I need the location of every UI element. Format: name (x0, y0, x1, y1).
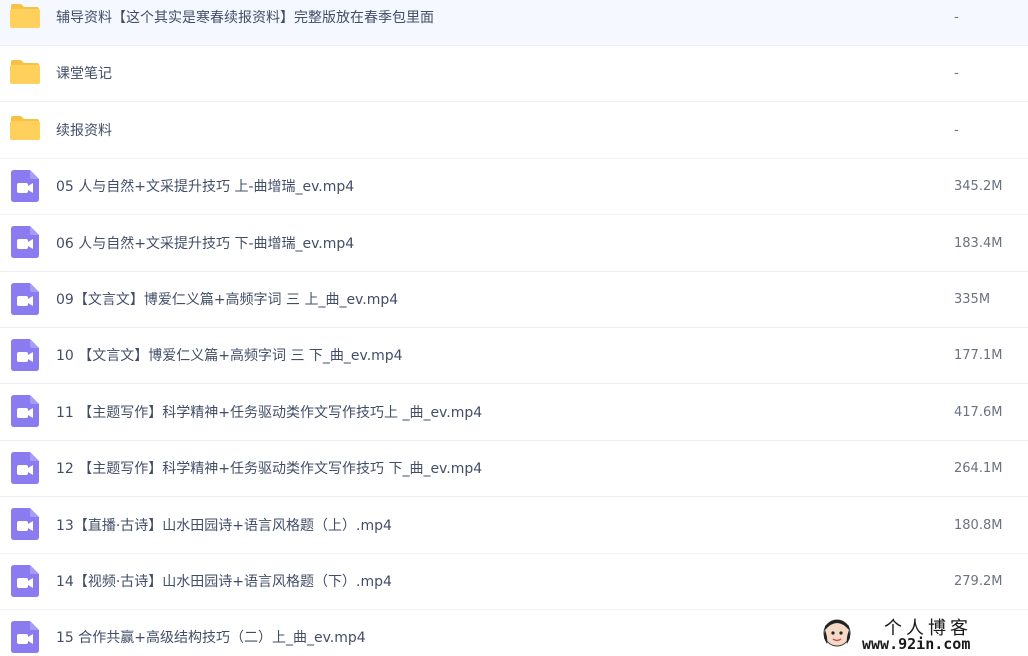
file-name[interactable]: 13【直播·古诗】山水田园诗+语言风格题（上）.mp4 (56, 498, 392, 554)
file-list: 辅导资料【这个其实是寒春续报资料】完整版放在春季包里面 - 课堂笔记 - 续报资料 - 05… (0, 0, 1028, 656)
watermark-url: www.92in.com (862, 635, 971, 653)
file-row[interactable]: 13【直播·古诗】山水田园诗+语言风格题（上）.mp4 180.8M (0, 498, 1028, 554)
watermark: 个人博客 www.92in.com (822, 614, 1022, 654)
file-row[interactable]: 06 人与自然+文采提升技巧 下-曲增瑞_ev.mp4 183.4M (0, 216, 1028, 272)
file-size: 417.6M (954, 404, 1003, 420)
file-size: 264.1M (954, 461, 1003, 477)
file-name[interactable]: 14【视频·古诗】山水田园诗+语言风格题（下）.mp4 (56, 554, 392, 610)
file-name[interactable]: 续报资料 (56, 103, 112, 159)
file-size: - (954, 122, 959, 138)
file-size: 335M (954, 292, 991, 307)
video-file-icon (11, 620, 39, 653)
file-name[interactable]: 06 人与自然+文采提升技巧 下-曲增瑞_ev.mp4 (56, 216, 354, 272)
file-name[interactable]: 15 合作共赢+高级结构技巧（二）上_曲_ev.mp4 (56, 610, 366, 656)
file-row[interactable]: 09【文言文】博爱仁义篇+高频字词 三 上_曲_ev.mp4 335M (0, 272, 1028, 328)
video-file-icon (11, 564, 39, 597)
file-size: 183.4M (954, 235, 1003, 251)
file-size: 177.1M (954, 348, 1003, 364)
folder-row[interactable]: 辅导资料【这个其实是寒春续报资料】完整版放在春季包里面 - (0, 0, 1028, 46)
video-file-icon (11, 451, 39, 484)
blog-avatar-icon (823, 619, 851, 647)
video-file-icon (11, 226, 39, 259)
file-size: 345.2M (954, 179, 1003, 195)
file-name[interactable]: 10 【文言文】博爱仁义篇+高频字词 三 下_曲_ev.mp4 (56, 328, 403, 384)
folder-icon (10, 116, 40, 141)
folder-icon (10, 59, 40, 84)
file-row[interactable]: 05 人与自然+文采提升技巧 上-曲增瑞_ev.mp4 345.2M (0, 159, 1028, 216)
video-file-icon (11, 282, 39, 315)
file-name[interactable]: 课堂笔记 (56, 46, 112, 102)
file-name[interactable]: 05 人与自然+文采提升技巧 上-曲增瑞_ev.mp4 (56, 159, 354, 215)
folder-icon (10, 3, 40, 28)
file-row[interactable]: 14【视频·古诗】山水田园诗+语言风格题（下）.mp4 279.2M (0, 554, 1028, 610)
file-size: 279.2M (954, 574, 1003, 589)
file-row[interactable]: 10 【文言文】博爱仁义篇+高频字词 三 下_曲_ev.mp4 177.1M (0, 328, 1028, 385)
file-row[interactable]: 11 【主题写作】科学精神+任务驱动类作文写作技巧上 _曲_ev.mp4 417.… (0, 385, 1028, 441)
folder-row[interactable]: 课堂笔记 - (0, 46, 1028, 103)
file-name[interactable]: 09【文言文】博爱仁义篇+高频字词 三 上_曲_ev.mp4 (56, 272, 398, 328)
file-name[interactable]: 12 【主题写作】科学精神+任务驱动类作文写作技巧 下_曲_ev.mp4 (56, 441, 482, 497)
file-row[interactable]: 12 【主题写作】科学精神+任务驱动类作文写作技巧 下_曲_ev.mp4 264.… (0, 441, 1028, 498)
file-size: - (954, 10, 959, 25)
file-size: - (954, 66, 959, 82)
file-size: 180.8M (954, 517, 1003, 533)
file-name[interactable]: 辅导资料【这个其实是寒春续报资料】完整版放在春季包里面 (56, 0, 434, 46)
folder-row[interactable]: 续报资料 - (0, 103, 1028, 159)
file-name[interactable]: 11 【主题写作】科学精神+任务驱动类作文写作技巧上 _曲_ev.mp4 (56, 385, 482, 441)
video-file-icon (11, 395, 39, 428)
video-file-icon (11, 338, 39, 371)
video-file-icon (11, 169, 39, 202)
video-file-icon (11, 508, 39, 541)
